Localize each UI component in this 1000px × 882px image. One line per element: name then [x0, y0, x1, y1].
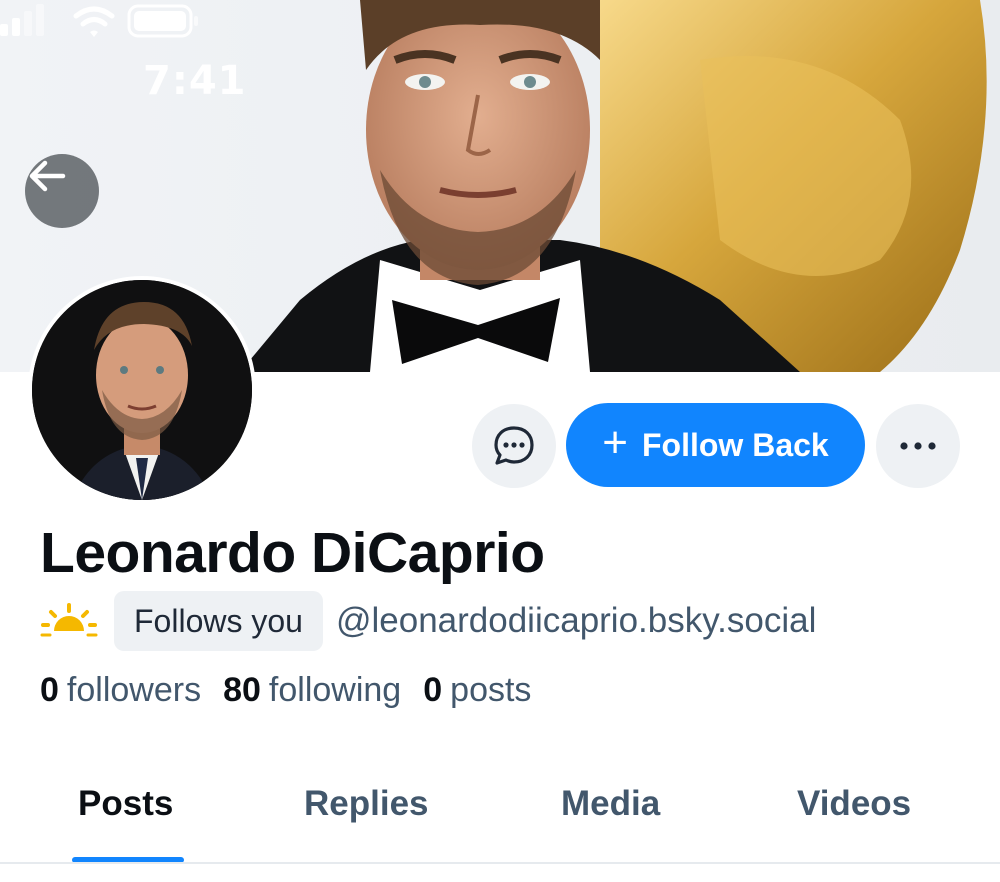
avatar-photo: [32, 280, 252, 500]
avatar[interactable]: [28, 276, 256, 504]
arrow-left-icon: [29, 160, 66, 192]
more-options-button[interactable]: [876, 404, 960, 488]
tab-media[interactable]: Media: [561, 784, 660, 824]
posts-label: posts: [450, 671, 532, 709]
followers-count: 0: [40, 671, 59, 709]
tab-replies[interactable]: Replies: [304, 784, 429, 824]
plus-icon: +: [602, 418, 628, 467]
sun-icon: [40, 603, 98, 637]
ellipsis-icon: [900, 442, 936, 450]
status-time: 7:41: [143, 58, 247, 104]
follow-back-button[interactable]: + Follow Back: [566, 403, 865, 487]
followers-label: followers: [66, 671, 202, 709]
posts-count: 0: [423, 671, 443, 709]
status-icons: [0, 4, 198, 38]
followers-stat[interactable]: 0 followers: [40, 671, 201, 710]
chat-bubble-dots-icon: [494, 426, 534, 465]
profile-tabs: Posts Replies Media Videos: [0, 770, 1000, 864]
battery-icon: [127, 4, 198, 38]
following-stat[interactable]: 80 following: [223, 671, 401, 710]
profile-stats: 0 followers 80 following 0 posts: [40, 671, 553, 710]
user-handle: @leonardodiicaprio.bsky.social: [335, 601, 817, 640]
posts-stat: 0 posts: [423, 671, 531, 710]
cellular-signal-icon: [0, 4, 44, 36]
display-name: Leonardo DiCaprio: [40, 521, 545, 585]
tab-videos[interactable]: Videos: [797, 784, 911, 824]
message-button[interactable]: [472, 404, 556, 488]
profile-meta-row: Follows you @leonardodiicaprio.bsky.soci…: [40, 591, 816, 651]
following-label: following: [268, 671, 402, 709]
follows-you-badge: Follows you: [114, 591, 323, 651]
follow-back-label: Follow Back: [642, 426, 829, 463]
tab-posts[interactable]: Posts: [78, 784, 173, 824]
following-count: 80: [223, 671, 261, 709]
wifi-icon: [73, 6, 115, 37]
tabs-divider: [0, 862, 1000, 864]
back-button[interactable]: [25, 154, 99, 228]
